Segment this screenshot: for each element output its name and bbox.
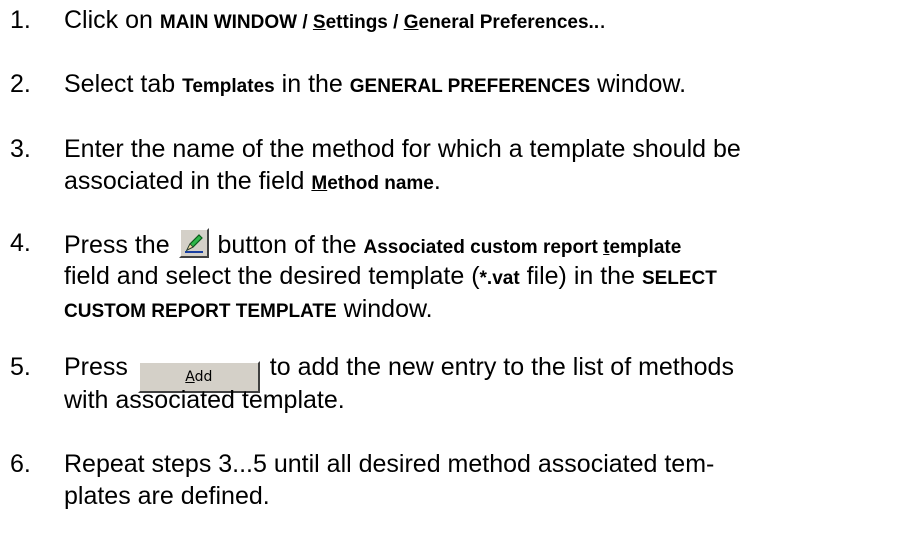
tab-name: Templates [182, 76, 275, 97]
file-extension: *.vat [479, 268, 520, 289]
step-number: 6. [10, 450, 31, 478]
step-line: associated in the field Method name. [64, 167, 441, 195]
field-name: Method name [311, 173, 434, 194]
step-number: 5. [10, 353, 31, 381]
step-line: Enter the name of the method for which a… [64, 135, 741, 163]
instruction-list: 1. Click on MAIN WINDOW / Settings / Gen… [0, 0, 919, 533]
window-name: CUSTOM REPORT TEMPLATE [64, 301, 337, 322]
step-text: Click on [64, 6, 160, 34]
field-name: Associated custom report template [363, 237, 682, 258]
window-name: GENERAL PREFERENCES [349, 76, 591, 97]
step-line: CUSTOM REPORT TEMPLATE window. [64, 295, 433, 323]
step-line: Press the button of the Associated custo… [64, 228, 681, 263]
window-name: SELECT [641, 268, 717, 289]
step-line: field and select the desired template (*… [64, 262, 717, 290]
menu-path: MAIN WINDOW / Settings / General Prefere… [159, 12, 600, 33]
step-number: 3. [10, 135, 31, 163]
step-line: Repeat steps 3...5 until all desired met… [64, 450, 715, 478]
step-line: with associated template. [64, 386, 345, 414]
step-number: 4. [10, 229, 31, 257]
step-line: plates are defined. [64, 482, 270, 510]
step-number: 2. [10, 70, 31, 98]
step-line: Select tab Templates in the GENERAL PREF… [64, 70, 687, 98]
pencil-icon[interactable] [178, 228, 209, 258]
step-line: Click on MAIN WINDOW / Settings / Genera… [64, 6, 607, 34]
step-number: 1. [10, 6, 31, 34]
